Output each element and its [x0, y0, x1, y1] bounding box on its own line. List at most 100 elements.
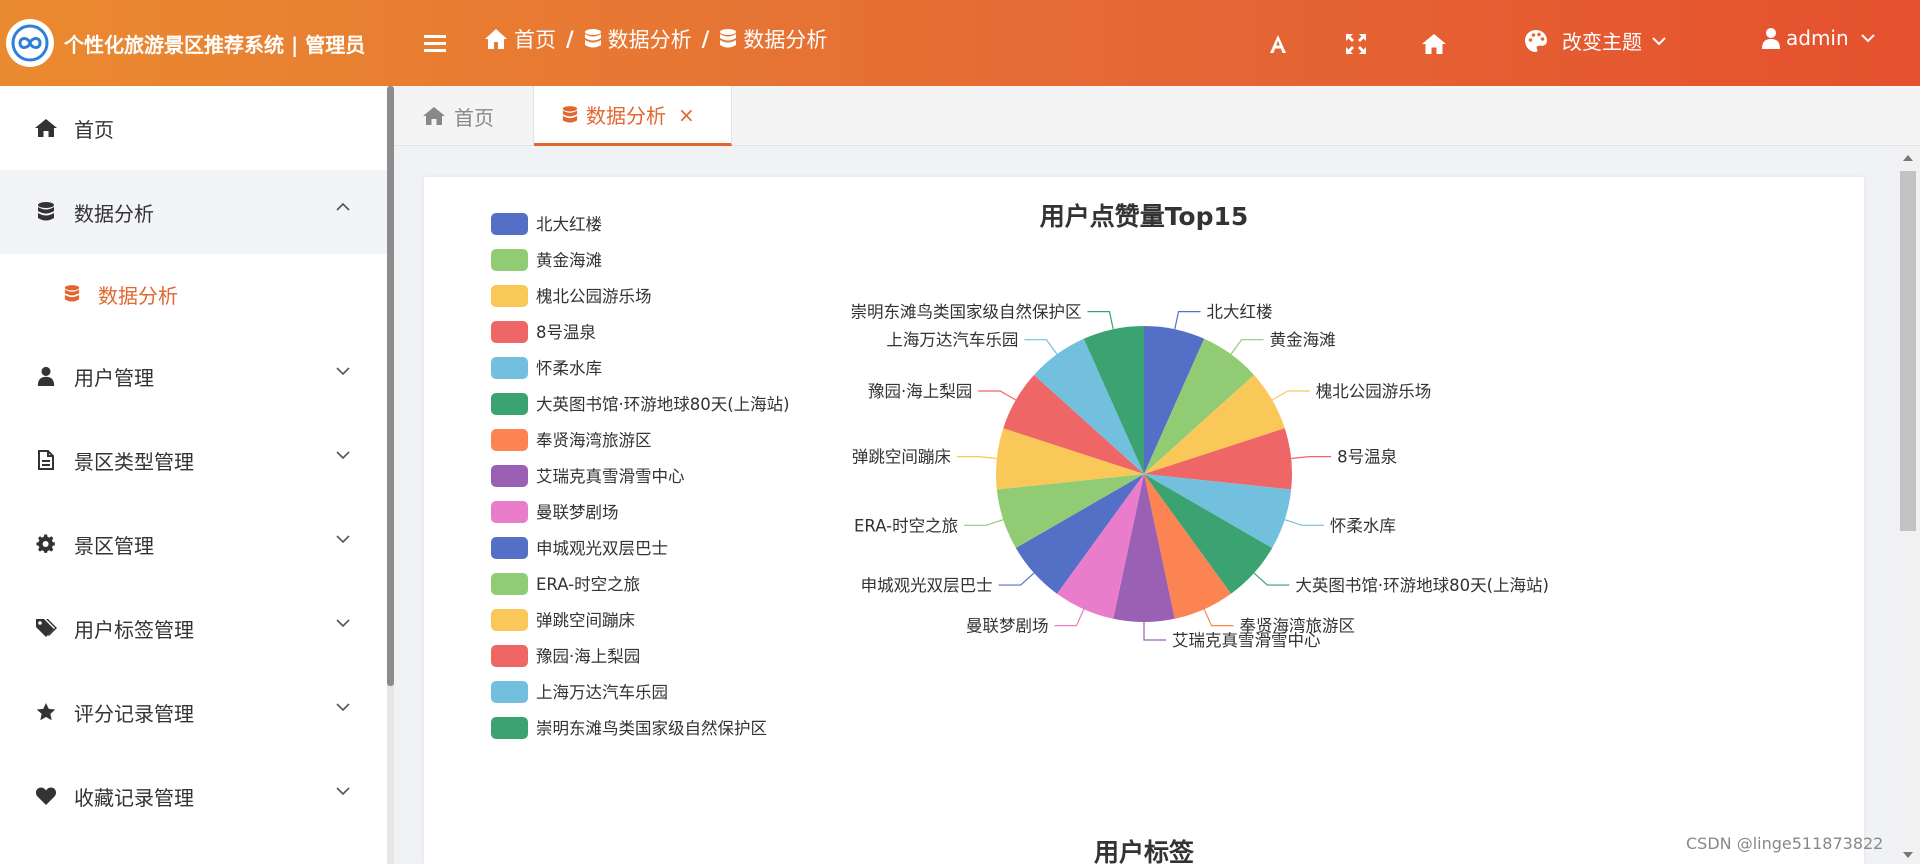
chevron-down-icon	[336, 367, 350, 376]
sidebar-item-scenic-management[interactable]: 景区管理	[0, 502, 388, 586]
logo-icon	[6, 19, 54, 67]
watermark: CSDN @linge511873822	[1686, 834, 1884, 853]
home-icon[interactable]	[1418, 28, 1450, 60]
legend-swatch[interactable]	[491, 501, 528, 523]
legend-label[interactable]: 怀柔水库	[536, 359, 602, 378]
legend-swatch[interactable]	[491, 609, 528, 631]
home-icon	[423, 107, 445, 125]
user-icon	[34, 364, 58, 388]
theme-switcher[interactable]: 改变主题	[1524, 26, 1680, 55]
database-icon	[562, 105, 578, 123]
label-line	[1284, 519, 1324, 526]
legend-label[interactable]: 奉贤海湾旅游区	[536, 431, 652, 450]
label-line	[1054, 608, 1085, 627]
home-icon	[34, 116, 58, 140]
palette-icon	[1525, 29, 1547, 52]
menu-toggle-icon[interactable]	[420, 28, 450, 58]
legend-label[interactable]: 弹跳空间蹦床	[536, 611, 635, 630]
slice-label: 北大红楼	[1207, 303, 1273, 322]
tab-home[interactable]: 首页	[394, 86, 534, 146]
sidebar-scrollbar[interactable]	[387, 86, 394, 864]
label-line	[1143, 622, 1166, 641]
legend-label[interactable]: 艾瑞克真雪滑雪中心	[536, 467, 685, 486]
legend-label[interactable]: 黄金海滩	[536, 251, 602, 270]
label-line	[1024, 339, 1058, 355]
slice-label: 大英图书馆·环游地球80天(上海站)	[1295, 576, 1549, 595]
home-icon	[485, 29, 507, 49]
breadcrumb-data-analysis[interactable]: 数据分析	[584, 24, 692, 54]
legend-label[interactable]: 北大红楼	[536, 215, 602, 234]
label-line	[1087, 311, 1114, 330]
breadcrumb-current: 数据分析	[719, 24, 827, 54]
tags-icon	[34, 616, 58, 640]
scroll-down-icon[interactable]	[1903, 852, 1913, 858]
database-icon	[720, 29, 737, 48]
label-line	[978, 390, 1017, 401]
scroll-up-icon[interactable]	[1903, 155, 1913, 161]
gear-icon	[34, 532, 58, 556]
slice-label: ERA-时空之旅	[854, 516, 958, 535]
slice-label: 弹跳空间蹦床	[852, 448, 951, 467]
legend-swatch[interactable]	[491, 645, 528, 667]
legend-label[interactable]: 槐北公园游乐场	[536, 287, 652, 306]
main-scrollbar-thumb[interactable]	[1900, 171, 1916, 531]
slice-label: 黄金海滩	[1270, 331, 1336, 350]
sidebar-item-rating-management[interactable]: 评分记录管理	[0, 670, 388, 754]
legend-swatch[interactable]	[491, 249, 528, 271]
breadcrumb-home[interactable]: 首页	[484, 24, 556, 54]
heart-icon	[34, 784, 58, 808]
slice-label: 上海万达汽车乐园	[886, 331, 1018, 350]
sidebar-item-home[interactable]: 首页	[0, 86, 388, 170]
slice-label: 崇明东滩鸟类国家级自然保护区	[850, 303, 1081, 322]
logo-area: 个性化旅游景区推荐系统 | 管理员	[0, 0, 388, 86]
legend-label[interactable]: 上海万达汽车乐园	[536, 683, 668, 702]
tab-close-icon[interactable]: ×	[678, 103, 695, 127]
main-scrollbar[interactable]	[1896, 147, 1920, 864]
legend-label[interactable]: 豫园·海上梨园	[536, 647, 640, 666]
legend-swatch[interactable]	[491, 573, 528, 595]
legend-label[interactable]: 曼联梦剧场	[536, 503, 619, 522]
slice-label: 怀柔水库	[1330, 516, 1396, 535]
legend-swatch[interactable]	[491, 681, 528, 703]
legend-swatch[interactable]	[491, 321, 528, 343]
legend-swatch[interactable]	[491, 393, 528, 415]
label-line	[964, 519, 1004, 526]
label-line	[1253, 572, 1290, 586]
label-line	[1291, 456, 1332, 460]
chevron-up-icon	[336, 202, 350, 211]
user-icon	[1762, 28, 1780, 49]
font-size-icon[interactable]	[1262, 28, 1294, 60]
breadcrumb-separator: /	[701, 27, 710, 51]
document-icon	[34, 448, 58, 472]
legend-label[interactable]: 崇明东滩鸟类国家级自然保护区	[536, 719, 767, 738]
user-tags-title: 用户标签	[1093, 838, 1194, 864]
legend-swatch[interactable]	[491, 717, 528, 739]
slice-label: 8号温泉	[1337, 448, 1397, 467]
fullscreen-icon[interactable]	[1340, 28, 1372, 60]
legend-label[interactable]: 大英图书馆·环游地球80天(上海站)	[536, 395, 790, 414]
slice-label: 槐北公园游乐场	[1316, 382, 1432, 401]
sidebar-scrollbar-thumb[interactable]	[387, 86, 394, 686]
chart-card: 用户点赞量Top15 北大红楼 黄金海滩 槐北公园游乐场 8号温泉 怀柔水库 大英图书馆·…	[424, 177, 1864, 864]
slice-label: 申城观光双层巴士	[861, 576, 993, 595]
sidebar-item-scenic-type-management[interactable]: 景区类型管理	[0, 418, 388, 502]
legend-swatch[interactable]	[491, 213, 528, 235]
tab-data-analysis[interactable]: 数据分析 ×	[534, 86, 732, 146]
sidebar-subitem-data-analysis[interactable]: 数据分析	[0, 254, 388, 334]
sidebar-item-user-tag-management[interactable]: 用户标签管理	[0, 586, 388, 670]
legend-label[interactable]: ERA-时空之旅	[536, 575, 640, 594]
chart-title: 用户点赞量Top15	[1040, 202, 1249, 231]
sidebar-item-data-analysis[interactable]: 数据分析	[0, 170, 388, 254]
sidebar: 首页 数据分析 数据分析 用户管理 景区类型管理 景区管理 用户标签管理 评分记…	[0, 86, 388, 864]
legend-swatch[interactable]	[491, 537, 528, 559]
legend-swatch[interactable]	[491, 465, 528, 487]
main-content: 用户点赞量Top15 北大红楼 黄金海滩 槐北公园游乐场 8号温泉 怀柔水库 大英图书馆·…	[394, 147, 1902, 864]
user-menu[interactable]: admin	[1762, 26, 1875, 50]
legend-label[interactable]: 申城观光双层巴士	[536, 539, 668, 558]
legend-swatch[interactable]	[491, 285, 528, 307]
legend-swatch[interactable]	[491, 357, 528, 379]
sidebar-item-favorite-management[interactable]: 收藏记录管理	[0, 754, 388, 838]
legend-label[interactable]: 8号温泉	[536, 323, 596, 342]
sidebar-item-user-management[interactable]: 用户管理	[0, 334, 388, 418]
legend-swatch[interactable]	[491, 429, 528, 451]
